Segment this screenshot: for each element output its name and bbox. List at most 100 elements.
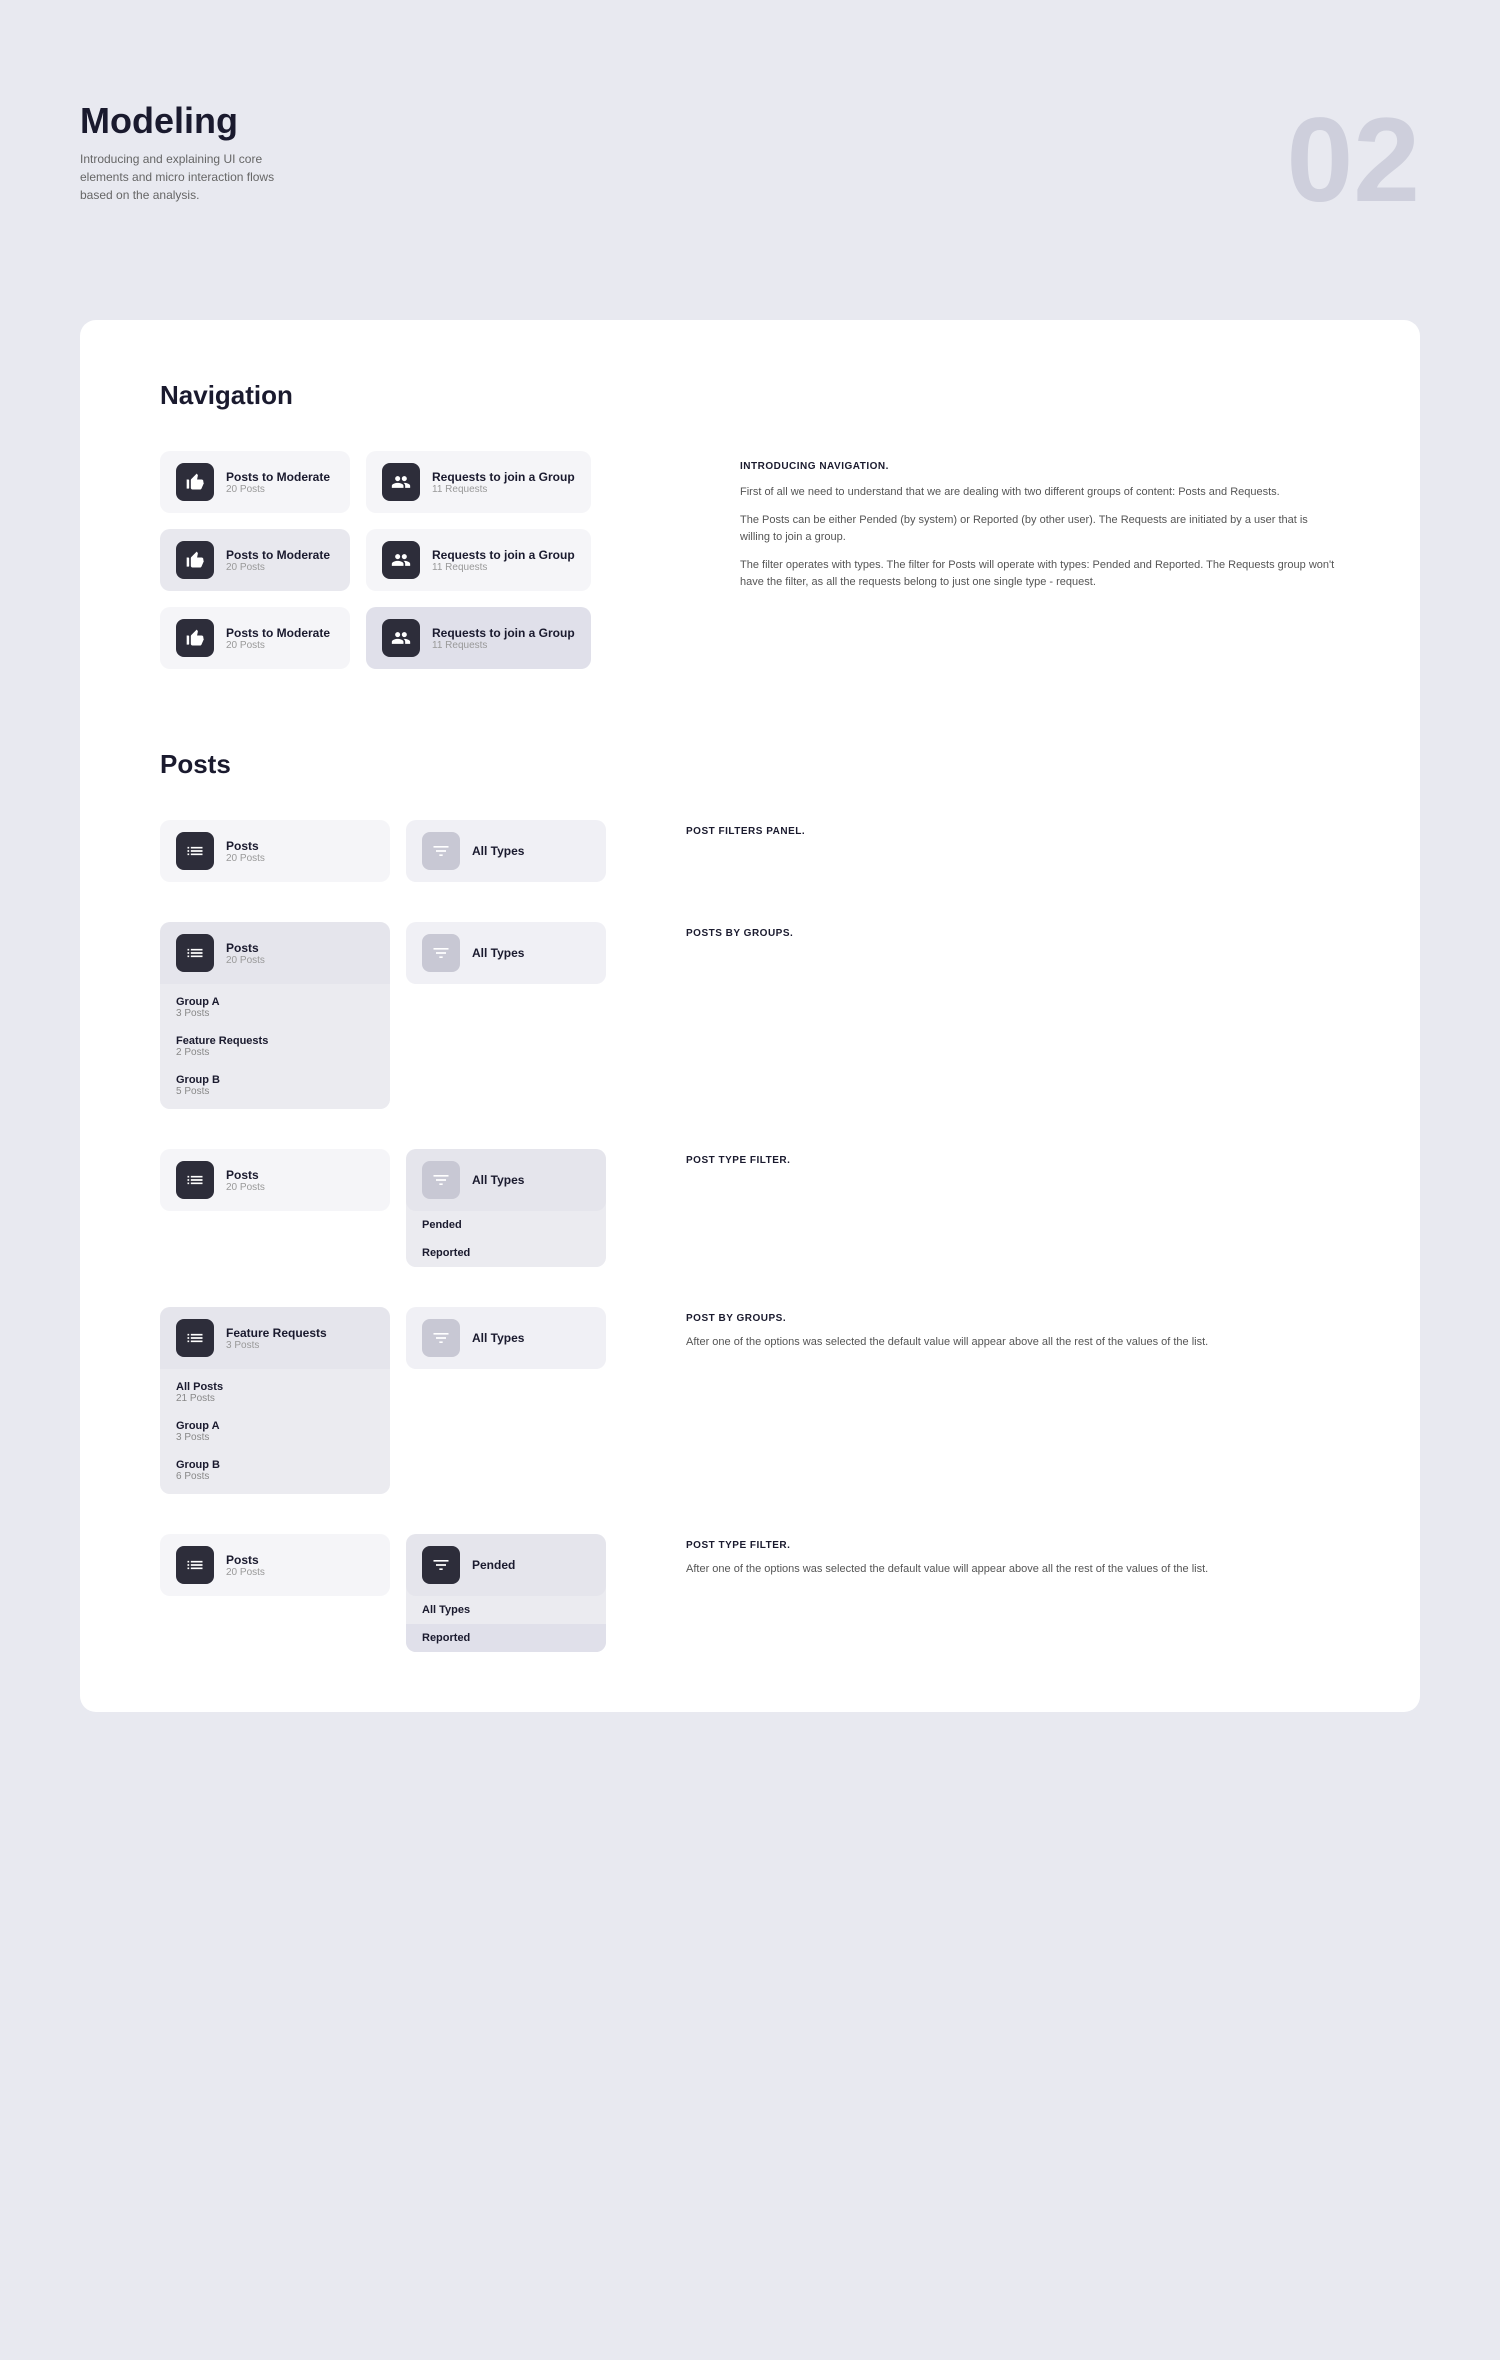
header-text: Modeling Introducing and explaining UI c… bbox=[80, 100, 310, 204]
nav-item-text-requests-1: Requests to join a Group 11 Requests bbox=[432, 470, 575, 495]
posts-desc-text-4: After one of the options was selected th… bbox=[686, 1334, 1340, 1352]
filter-option-reported-3[interactable]: Reported bbox=[406, 1239, 606, 1267]
posts-expanded-4: Feature Requests 3 Posts All Posts 21 Po… bbox=[160, 1307, 390, 1494]
nav-item-requests-1[interactable]: Requests to join a Group 11 Requests bbox=[366, 451, 591, 513]
nav-item-requests-3[interactable]: Requests to join a Group 11 Requests bbox=[366, 607, 591, 669]
nav-item-subtitle-requests-1: 11 Requests bbox=[432, 484, 575, 495]
filter-svg-5 bbox=[431, 1555, 451, 1575]
filter-3: All Types Pended Reported bbox=[406, 1149, 606, 1267]
filter-label-5: Pended bbox=[472, 1558, 515, 1572]
posts-title-1: Posts bbox=[226, 839, 265, 853]
dropdown-item-feature-requests[interactable]: Feature Requests 2 Posts bbox=[160, 1027, 390, 1066]
posts-subtitle-3: 20 Posts bbox=[226, 1182, 265, 1193]
posts-desc-4: POST BY GROUPS. After one of the options… bbox=[646, 1307, 1340, 1352]
filter-main-4[interactable]: All Types bbox=[406, 1307, 606, 1369]
nav-row-3: Posts to Moderate 20 Posts Requests to j… bbox=[160, 607, 640, 669]
nav-desc-p2: The Posts can be either Pended (by syste… bbox=[740, 512, 1340, 547]
posts-desc-heading-2: POSTS BY GROUPS. bbox=[686, 928, 1340, 939]
posts-row-2-items: Posts 20 Posts Group A 3 Posts bbox=[160, 922, 606, 1109]
nav-item-subtitle-posts-2: 20 Posts bbox=[226, 562, 330, 573]
filter-main-2[interactable]: All Types bbox=[406, 922, 606, 984]
list-icon-4 bbox=[185, 1328, 205, 1348]
nav-rows: Posts to Moderate 20 Posts Requests to j… bbox=[160, 451, 640, 669]
page-title: Modeling bbox=[80, 100, 310, 142]
filter-dropdown-3: Pended Reported bbox=[406, 1211, 606, 1267]
nav-item-title-requests-3: Requests to join a Group bbox=[432, 626, 575, 640]
filter-dropdown-5: All Types Reported bbox=[406, 1596, 606, 1652]
nav-item-title-posts-2: Posts to Moderate bbox=[226, 548, 330, 562]
posts-dropdown-2: Group A 3 Posts Feature Requests 2 Posts… bbox=[160, 984, 390, 1109]
group-icon-2 bbox=[391, 550, 411, 570]
posts-main-5[interactable]: Posts 20 Posts bbox=[160, 1534, 390, 1596]
filter-option-pended-3[interactable]: Pended bbox=[406, 1211, 606, 1239]
page-subtitle: Introducing and explaining UI core eleme… bbox=[80, 150, 310, 204]
posts-desc-heading-4: POST BY GROUPS. bbox=[686, 1313, 1340, 1324]
posts-icon-2 bbox=[176, 541, 214, 579]
posts-group-2: Posts 20 Posts Group A 3 Posts bbox=[160, 922, 390, 1109]
posts-row-3-items: Posts 20 Posts bbox=[160, 1149, 606, 1267]
filter-main-3[interactable]: All Types bbox=[406, 1149, 606, 1211]
nav-item-requests-2[interactable]: Requests to join a Group 11 Requests bbox=[366, 529, 591, 591]
posts-group-1: Posts 20 Posts bbox=[160, 820, 390, 882]
posts-item-text-5: Posts 20 Posts bbox=[226, 1553, 265, 1578]
posts-row-4-items: Feature Requests 3 Posts All Posts 21 Po… bbox=[160, 1307, 606, 1494]
posts-desc-heading-3: POST TYPE FILTER. bbox=[686, 1155, 1340, 1166]
posts-desc-3: POST TYPE FILTER. bbox=[646, 1149, 1340, 1176]
posts-row-5: Posts 20 Posts bbox=[160, 1534, 1340, 1652]
nav-desc-heading: INTRODUCING NAVIGATION. bbox=[740, 461, 1340, 472]
posts-desc-text-5: After one of the options was selected th… bbox=[686, 1561, 1340, 1579]
posts-title-3: Posts bbox=[226, 1168, 265, 1182]
filter-option-all-types-5[interactable]: All Types bbox=[406, 1596, 606, 1624]
posts-subtitle-1: 20 Posts bbox=[226, 853, 265, 864]
posts-row-4: Feature Requests 3 Posts All Posts 21 Po… bbox=[160, 1307, 1340, 1494]
nav-desc-p1: First of all we need to understand that … bbox=[740, 484, 1340, 502]
posts-main-3[interactable]: Posts 20 Posts bbox=[160, 1149, 390, 1211]
requests-icon-1 bbox=[382, 463, 420, 501]
dropdown-item-all-posts[interactable]: All Posts 21 Posts bbox=[160, 1373, 390, 1412]
nav-item-subtitle-requests-3: 11 Requests bbox=[432, 640, 575, 651]
list-icon-2 bbox=[185, 943, 205, 963]
posts-group-5: Posts 20 Posts bbox=[160, 1534, 390, 1596]
nav-section: Navigation Posts to Moderate 20 Posts bbox=[160, 380, 1340, 669]
filter-main-5[interactable]: Pended bbox=[406, 1534, 606, 1596]
posts-main-4[interactable]: Feature Requests 3 Posts bbox=[160, 1307, 390, 1369]
nav-desc-panel: INTRODUCING NAVIGATION. First of all we … bbox=[680, 451, 1340, 669]
posts-icon-1 bbox=[176, 463, 214, 501]
nav-item-posts-3[interactable]: Posts to Moderate 20 Posts bbox=[160, 607, 350, 669]
filter-svg-4 bbox=[431, 1328, 451, 1348]
filter-1: All Types bbox=[406, 820, 606, 882]
posts-main-1[interactable]: Posts 20 Posts bbox=[160, 820, 390, 882]
filter-svg-2 bbox=[431, 943, 451, 963]
filter-icon-4 bbox=[422, 1319, 460, 1357]
posts-subtitle-5: 20 Posts bbox=[226, 1567, 265, 1578]
posts-row-5-items: Posts 20 Posts bbox=[160, 1534, 606, 1652]
nav-item-posts-2[interactable]: Posts to Moderate 20 Posts bbox=[160, 529, 350, 591]
dropdown-item-group-a[interactable]: Group A 3 Posts bbox=[160, 988, 390, 1027]
posts-item-text-4: Feature Requests 3 Posts bbox=[226, 1326, 327, 1351]
dropdown-item-group-b-4[interactable]: Group B 6 Posts bbox=[160, 1451, 390, 1490]
nav-item-posts-1[interactable]: Posts to Moderate 20 Posts bbox=[160, 451, 350, 513]
nav-item-title-requests-1: Requests to join a Group bbox=[432, 470, 575, 484]
posts-row-2: Posts 20 Posts Group A 3 Posts bbox=[160, 922, 1340, 1109]
main-card: Navigation Posts to Moderate 20 Posts bbox=[80, 320, 1420, 1712]
nav-item-subtitle-posts-3: 20 Posts bbox=[226, 640, 330, 651]
nav-item-title-posts-3: Posts to Moderate bbox=[226, 626, 330, 640]
filter-option-reported-5[interactable]: Reported bbox=[406, 1624, 606, 1652]
posts-section: Posts Posts 20 Posts bbox=[160, 749, 1340, 1652]
posts-row-1: Posts 20 Posts All Types bbox=[160, 820, 1340, 882]
posts-main-2[interactable]: Posts 20 Posts bbox=[160, 922, 390, 984]
group-icon bbox=[391, 472, 411, 492]
filter-label-1: All Types bbox=[472, 844, 524, 858]
thumbs-icon bbox=[185, 472, 205, 492]
filter-main-1[interactable]: All Types bbox=[406, 820, 606, 882]
posts-icon-3 bbox=[176, 619, 214, 657]
posts-group-3: Posts 20 Posts bbox=[160, 1149, 390, 1211]
header-section: Modeling Introducing and explaining UI c… bbox=[80, 60, 1420, 260]
filter-svg-1 bbox=[431, 841, 451, 861]
dropdown-item-group-a-4[interactable]: Group A 3 Posts bbox=[160, 1412, 390, 1451]
filter-icon-3 bbox=[422, 1161, 460, 1199]
posts-group-4: Feature Requests 3 Posts All Posts 21 Po… bbox=[160, 1307, 390, 1494]
posts-list-icon-4 bbox=[176, 1319, 214, 1357]
posts-desc-heading-5: POST TYPE FILTER. bbox=[686, 1540, 1340, 1551]
dropdown-item-group-b[interactable]: Group B 5 Posts bbox=[160, 1066, 390, 1105]
